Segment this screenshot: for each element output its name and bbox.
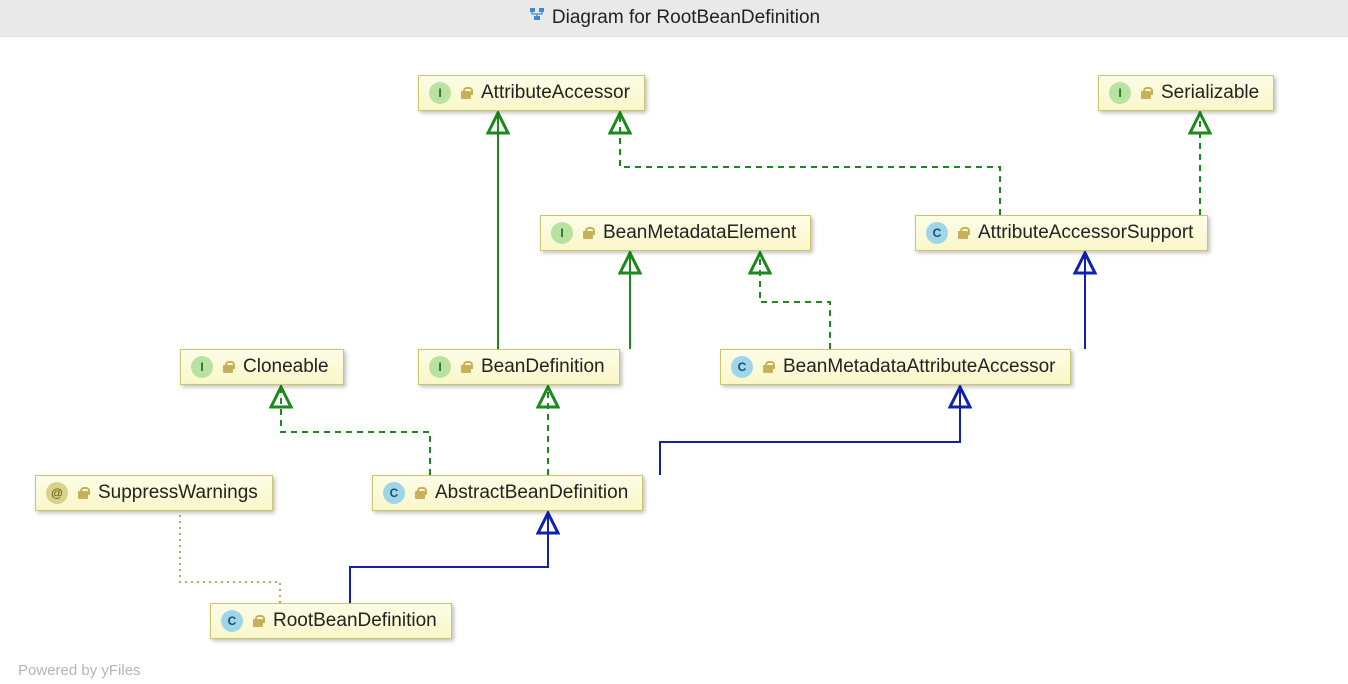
node-root-bean-definition[interactable]: C RootBeanDefinition [210, 603, 452, 639]
edge [281, 389, 430, 475]
node-suppress-warnings[interactable]: @ SuppressWarnings [35, 475, 273, 511]
class-icon: C [221, 610, 243, 632]
powered-by-label: Powered by yFiles [18, 662, 141, 679]
node-serializable[interactable]: I Serializable [1098, 75, 1274, 111]
node-bean-definition[interactable]: I BeanDefinition [418, 349, 620, 385]
node-label: Serializable [1161, 82, 1259, 104]
node-attribute-accessor-support[interactable]: C AttributeAccessorSupport [915, 215, 1208, 251]
node-label: RootBeanDefinition [273, 610, 437, 632]
lock-icon [251, 614, 265, 628]
lock-icon [956, 226, 970, 240]
class-icon: C [926, 222, 948, 244]
node-label: AttributeAccessorSupport [978, 222, 1193, 244]
edge [180, 515, 280, 603]
lock-icon [413, 486, 427, 500]
lock-icon [1139, 86, 1153, 100]
edge [660, 389, 960, 475]
diagram-icon [528, 0, 546, 36]
lock-icon [581, 226, 595, 240]
class-icon: C [731, 356, 753, 378]
lock-icon [221, 360, 235, 374]
node-label: SuppressWarnings [98, 482, 258, 504]
node-bean-metadata-element[interactable]: I BeanMetadataElement [540, 215, 811, 251]
node-label: Cloneable [243, 356, 329, 378]
edge [350, 515, 548, 603]
node-cloneable[interactable]: I Cloneable [180, 349, 344, 385]
diagram-canvas[interactable]: I AttributeAccessor I Serializable I Bea… [0, 37, 1348, 684]
diagram-header: Diagram for RootBeanDefinition [0, 0, 1348, 37]
node-bean-metadata-attribute-accessor[interactable]: C BeanMetadataAttributeAccessor [720, 349, 1071, 385]
node-attribute-accessor[interactable]: I AttributeAccessor [418, 75, 645, 111]
interface-icon: I [429, 356, 451, 378]
annotation-icon: @ [46, 482, 68, 504]
class-icon: C [383, 482, 405, 504]
lock-icon [459, 360, 473, 374]
interface-icon: I [429, 82, 451, 104]
interface-icon: I [1109, 82, 1131, 104]
lock-icon [76, 486, 90, 500]
node-label: AbstractBeanDefinition [435, 482, 628, 504]
node-label: BeanMetadataElement [603, 222, 796, 244]
node-label: AttributeAccessor [481, 82, 630, 104]
node-abstract-bean-definition[interactable]: C AbstractBeanDefinition [372, 475, 643, 511]
edge [760, 255, 830, 349]
lock-icon [459, 86, 473, 100]
edge [620, 115, 1000, 215]
interface-icon: I [551, 222, 573, 244]
interface-icon: I [191, 356, 213, 378]
diagram-title: Diagram for RootBeanDefinition [552, 7, 820, 28]
lock-icon [761, 360, 775, 374]
node-label: BeanDefinition [481, 356, 605, 378]
node-label: BeanMetadataAttributeAccessor [783, 356, 1056, 378]
